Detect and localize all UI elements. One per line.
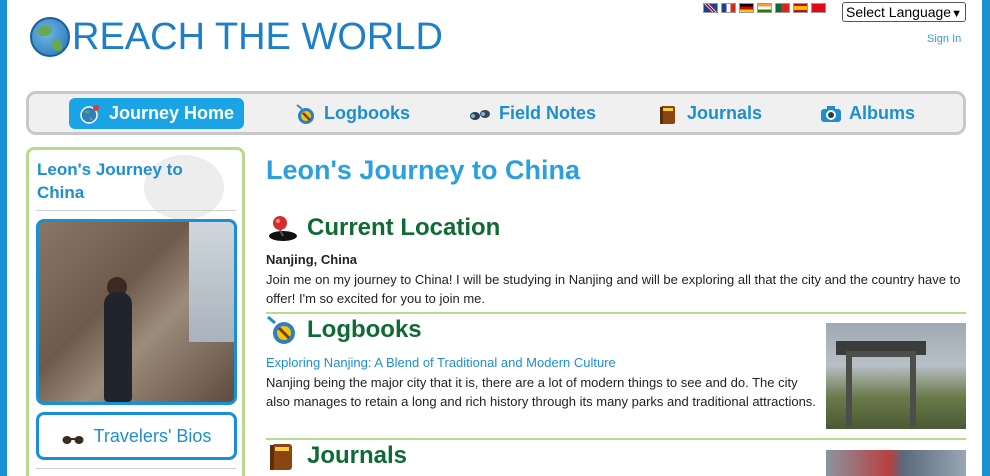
travelers-bios-label: Travelers' Bios xyxy=(93,425,212,446)
divider xyxy=(36,210,236,211)
spain-flag-icon[interactable] xyxy=(793,3,808,13)
globe-icon xyxy=(79,104,101,124)
logbook-entry-text: Nanjing being the major city that it is,… xyxy=(266,375,816,409)
section-divider xyxy=(266,312,966,314)
location-description: Join me on my journey to China! I will b… xyxy=(266,272,961,306)
language-select-value: Select Language xyxy=(846,4,952,20)
tab-journey-home-label: Journey Home xyxy=(109,103,235,123)
tab-field-notes-label: Field Notes xyxy=(499,103,597,123)
photo-gate xyxy=(846,351,916,426)
globe-logo-icon xyxy=(30,17,70,57)
portugal-flag-icon[interactable] xyxy=(775,3,790,13)
binoculars-icon xyxy=(469,104,491,124)
logbook-icon xyxy=(294,103,316,124)
left-frame-border xyxy=(0,0,7,476)
traveler-photo[interactable] xyxy=(36,219,237,405)
journals-heading: Journals xyxy=(266,442,407,470)
logbook-entry-photo[interactable] xyxy=(826,323,966,429)
uk-flag-icon[interactable] xyxy=(703,3,718,13)
logbook-icon xyxy=(266,315,298,344)
camera-icon xyxy=(819,104,841,124)
journal-book-icon xyxy=(657,104,679,124)
journals-title: Journals xyxy=(307,442,408,469)
photo-sky xyxy=(189,222,234,342)
sidebar: Leon's Journey to China Travelers' Bios xyxy=(26,147,245,476)
page-title: Leon's Journey to China xyxy=(266,155,580,185)
main-nav: Journey Home Logbooks Field Notes Journa… xyxy=(26,91,966,135)
divider xyxy=(36,468,236,469)
current-location-heading: Current Location xyxy=(266,214,500,242)
tab-albums[interactable]: Albums xyxy=(819,98,915,129)
chevron-down-icon: ▼ xyxy=(951,8,962,20)
journal-entry-photo[interactable] xyxy=(826,450,966,476)
location-pin-icon xyxy=(266,214,298,242)
tab-albums-label: Albums xyxy=(849,103,916,123)
photo-person xyxy=(104,292,132,402)
location-city: Nanjing, China xyxy=(266,252,357,267)
sign-in-link[interactable]: Sign In xyxy=(927,33,961,45)
tab-journals[interactable]: Journals xyxy=(657,98,762,129)
journal-book-icon xyxy=(266,442,298,470)
site-logo[interactable]: REACH THE WORLD xyxy=(30,17,443,57)
section-divider xyxy=(266,438,966,440)
tab-logbooks-label: Logbooks xyxy=(324,103,410,123)
logbook-entry-link[interactable]: Exploring Nanjing: A Blend of Traditiona… xyxy=(266,355,616,370)
travelers-bios-button[interactable]: Travelers' Bios xyxy=(36,412,237,460)
tab-field-notes[interactable]: Field Notes xyxy=(469,98,596,129)
logbooks-heading: Logbooks xyxy=(266,315,422,344)
tab-journey-home[interactable]: Journey Home xyxy=(69,98,245,129)
france-flag-icon[interactable] xyxy=(721,3,736,13)
sidebar-title[interactable]: Leon's Journey to China xyxy=(37,158,207,204)
turkey-flag-icon[interactable] xyxy=(811,3,826,13)
right-frame-border xyxy=(982,0,990,476)
tab-logbooks[interactable]: Logbooks xyxy=(294,98,410,129)
logo-text: REACH THE WORLD xyxy=(72,16,443,58)
language-flags xyxy=(703,3,826,13)
logbooks-title: Logbooks xyxy=(307,316,422,343)
language-select[interactable]: Select Language ▼ xyxy=(842,2,966,22)
india-flag-icon[interactable] xyxy=(757,3,772,13)
sunglasses-icon xyxy=(62,430,84,444)
germany-flag-icon[interactable] xyxy=(739,3,754,13)
tab-journals-label: Journals xyxy=(687,103,763,123)
current-location-title: Current Location xyxy=(307,214,501,241)
